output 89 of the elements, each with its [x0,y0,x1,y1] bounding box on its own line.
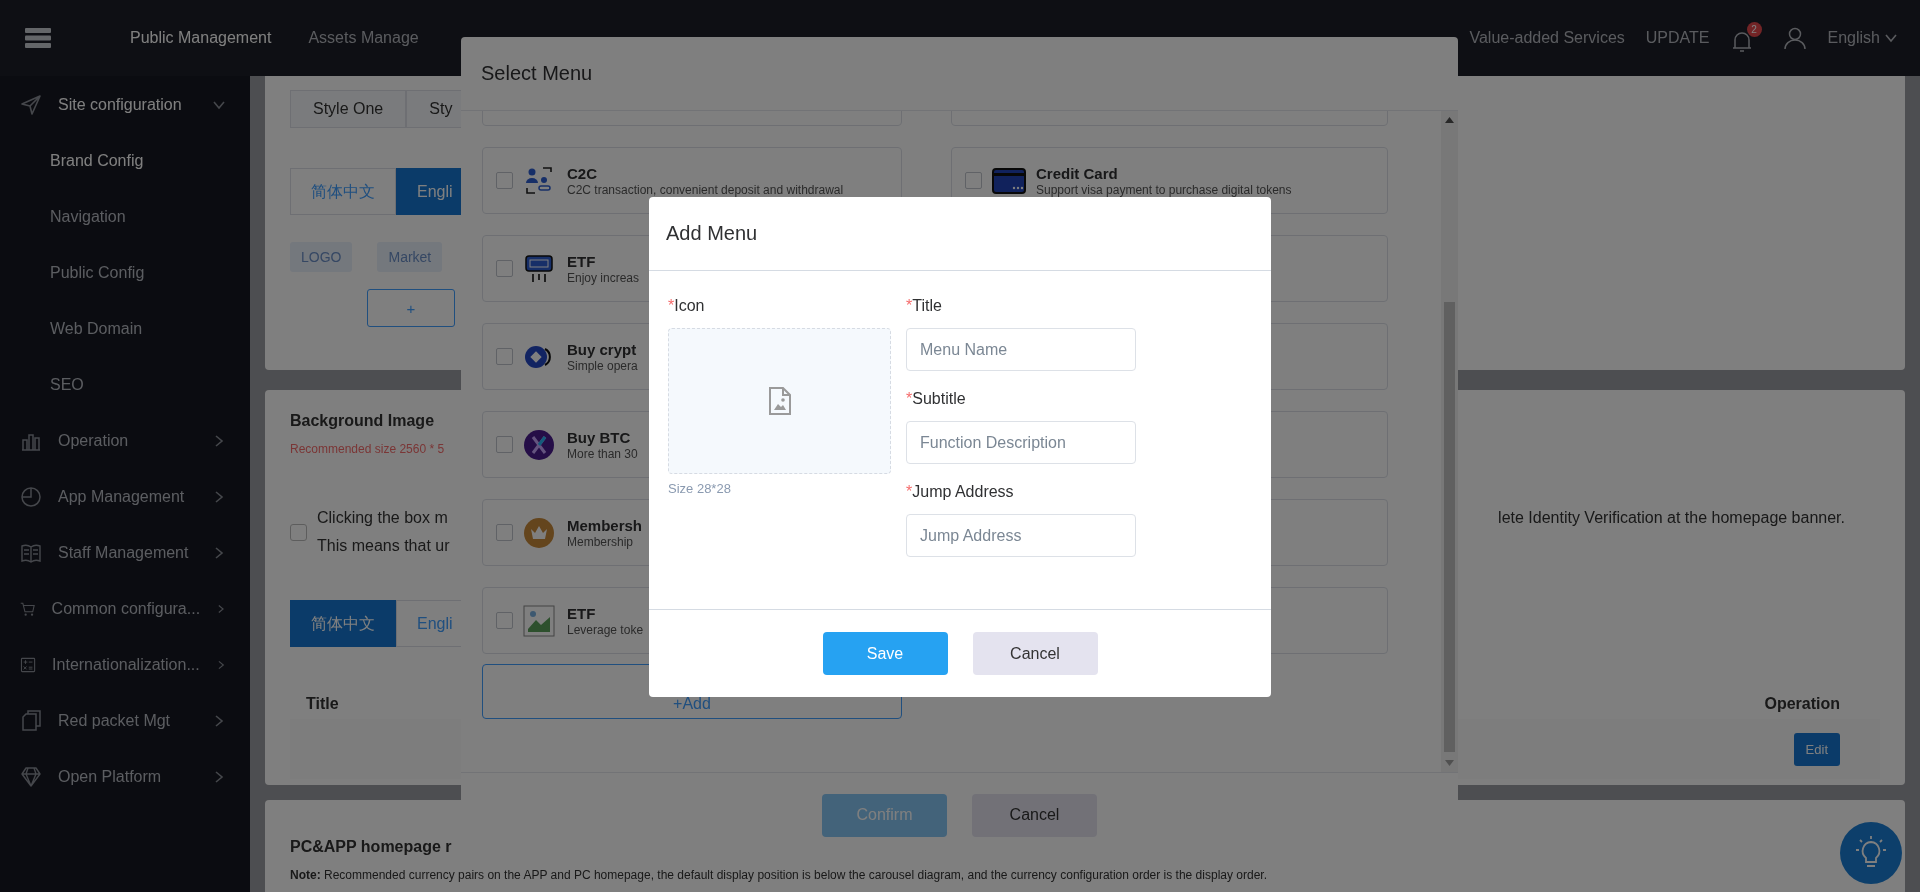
column-header: Operation [1763,695,1841,713]
cancel-button[interactable]: Cancel [972,632,1098,675]
field-label: *Icon [668,296,706,316]
user-icon[interactable] [1782,26,1807,50]
notice-text: This means that ur [317,536,450,556]
nav-menu-item[interactable]: Value-added Services [1469,29,1625,47]
add-button[interactable]: + [367,289,455,327]
crown-icon [523,516,557,549]
update-link[interactable]: UPDATE [1645,29,1710,47]
option-description: Leverage toke [567,622,644,637]
sidebar-subitem[interactable]: Public Config [0,245,250,301]
image-file-icon [768,387,791,415]
section-title: Background Image [290,412,435,430]
notice-text: lete Identity Verification at the homepage banner. [1498,508,1846,528]
option-title: Credit Card [1036,164,1119,182]
checkbox[interactable] [290,523,307,541]
pie-chart-icon [20,486,42,508]
scroll-up-icon[interactable] [1445,117,1454,123]
checkbox[interactable] [496,260,513,277]
option-description: C2C transaction, convenient deposit and withdrawal [567,182,844,197]
sidebar-subitem[interactable]: Brand Config [0,133,250,189]
menu-chip[interactable]: Market [377,242,443,272]
document-copy-icon [20,710,42,732]
option-description: Support visa payment to purchase digital tokens [1036,182,1292,197]
size-hint: Size 28*28 [668,481,732,496]
language-tab[interactable]: 简体中文 [290,168,396,215]
checkbox[interactable] [496,172,513,189]
size-hint: Recommended size 2560 * 5 [290,442,445,456]
sidebar-subitem[interactable]: Navigation [0,189,250,245]
icon-upload-area[interactable] [668,328,891,474]
diamond-icon [20,766,42,788]
option-title: ETF [567,604,597,622]
option-description: Simple opera [567,358,638,373]
dialog-title: Add Menu [649,197,1271,271]
option-title: Buy BTC [567,428,632,446]
input-field[interactable]: Menu Name [906,328,1136,371]
sidebar-subitem[interactable]: SEO [0,357,250,413]
option-title: Buy crypt [567,340,638,358]
scrollbar-thumb[interactable] [1444,302,1455,752]
checkbox[interactable] [496,524,513,541]
sidebar-item[interactable]: App Management [0,469,250,525]
nav-menu-item[interactable]: Public Management [130,29,272,47]
send-icon [20,94,42,116]
field-label: *Title [906,296,943,316]
option-title: Membersh [567,516,643,534]
menu-icon[interactable] [24,27,52,49]
scrollbar[interactable] [1441,111,1458,772]
input-field[interactable]: Jump Address [906,514,1136,557]
coin-icon [523,428,557,461]
checkbox[interactable] [496,436,513,453]
nav-menu-item[interactable]: Assets Manage [308,29,419,47]
checkbox[interactable] [496,348,513,365]
option-description: Enjoy increas [567,270,640,285]
style-tab[interactable]: Style One [290,90,407,128]
scroll-down-icon[interactable] [1445,760,1454,766]
option-description: More than 30 [567,446,638,461]
sidebar-item[interactable]: Staff Management [0,525,250,581]
book-icon [20,542,42,564]
sidebar-item[interactable]: Red packet Mgt [0,693,250,749]
option-title: C2C [567,164,598,182]
input-field[interactable]: Function Description [906,421,1136,464]
sidebar-item[interactable]: Common configura... [0,581,250,637]
broken-image-icon [523,604,557,637]
sidebar-item[interactable]: Internationalization... [0,637,250,693]
language-selector[interactable]: English [1827,29,1898,47]
save-button[interactable]: Save [822,632,948,675]
cancel-button[interactable]: Cancel [972,793,1097,837]
checkbox[interactable] [496,612,513,629]
sidebar-item[interactable]: Operation [0,413,250,469]
lightbulb-icon [1856,836,1886,870]
bell-icon [1730,30,1753,54]
menu-chip[interactable]: LOGO [290,242,353,272]
sidebar-subitem[interactable]: Web Domain [0,301,250,357]
column-header: Title [305,695,340,713]
sidebar-item[interactable]: Open Platform [0,749,250,805]
section-title: PC&APP homepage r [290,838,452,856]
field-label: *Subtitle [906,389,967,409]
checkbox[interactable] [965,172,982,189]
language-tab[interactable]: 简体中文 [290,600,396,647]
option-title: ETF [567,252,597,270]
notice-text: Clicking the box m [317,508,449,528]
dialog-title: Select Menu [461,37,1458,111]
edit-button[interactable]: Edit [1793,732,1840,766]
option-description: Membership [567,534,635,549]
notification-badge: 2 [1746,22,1762,37]
sidebar-item[interactable]: Site configuration [0,77,250,133]
notification-button[interactable]: 2 [1730,22,1762,54]
note-text: Note: Recommended currency pairs on the APP and PC homepage, the default display position is below the carousel diagram, and the currency configuration order is the display order. [290,868,1267,882]
field-label: *Jump Address [906,482,1015,502]
